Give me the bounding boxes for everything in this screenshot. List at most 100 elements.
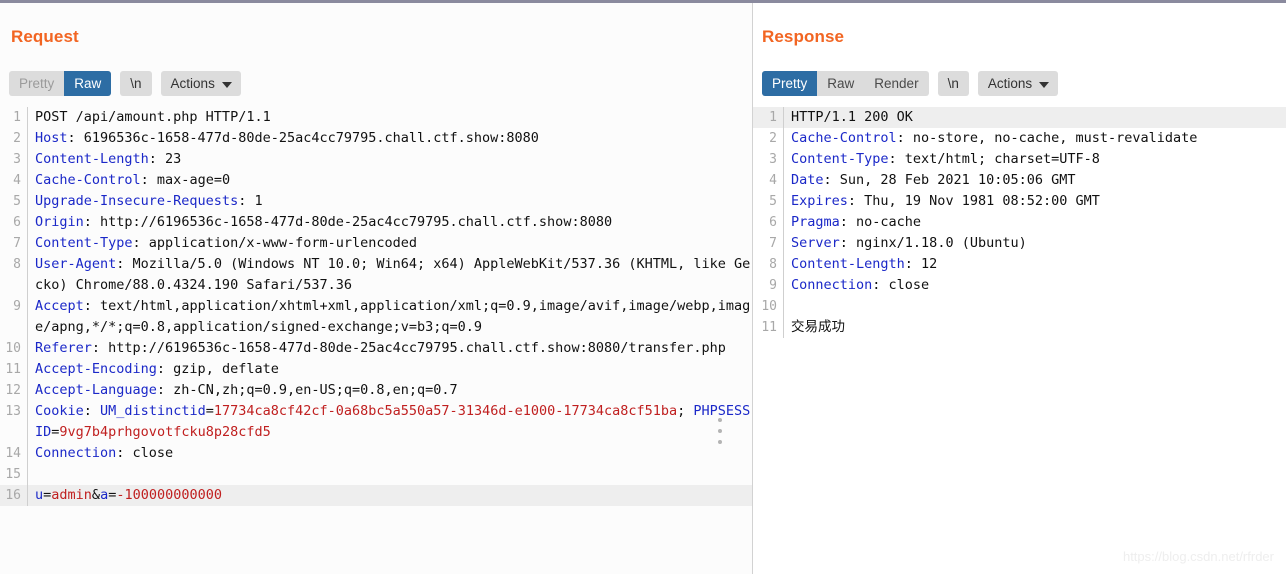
code-line: 1 HTTP/1.1 200 OK [753,107,1286,128]
code-line-text[interactable]: Connection: close [783,275,1286,296]
code-token: 17734ca8cf42cf-0a68bc5a550a57-31346d-e10… [213,403,678,419]
request-actions-button[interactable]: Actions [160,71,241,96]
code-line: 6 Origin: http://6196536c-1658-477d-80de-… [0,212,752,233]
line-number: 4 [769,173,777,188]
code-line: 16 u=admin&a=-100000000000 [0,485,752,506]
line-number: 7 [769,236,777,251]
code-line-text[interactable]: 交易成功 [783,317,1286,338]
code-line-text[interactable]: u=admin&a=-100000000000 [27,485,752,506]
code-line: 11 Accept-Encoding: gzip, deflate [0,359,752,380]
line-number: 1 [13,110,21,125]
code-token: Cache-Control [791,130,897,146]
code-line-text[interactable]: Content-Length: 12 [783,254,1286,275]
response-actions-label: Actions [987,76,1033,91]
response-toolbar: Pretty Raw Render \n Actions [762,71,1059,96]
line-number: 9 [13,299,21,314]
line-number: 16 [0,485,27,506]
code-token: 交易成功 [791,319,845,335]
code-token: Content-Type [35,235,133,251]
code-token: : [83,403,101,419]
code-line-text[interactable] [27,464,752,485]
code-token: Accept [35,298,84,314]
code-line-text[interactable]: Cookie: UM_distinctid=17734ca8cf42cf-0a6… [27,401,752,443]
code-line-text[interactable]: Content-Type: text/html; charset=UTF-8 [783,149,1286,170]
code-token: Pragma [791,214,840,230]
code-token: : Sun, 28 Feb 2021 10:05:06 GMT [823,172,1076,188]
code-line-text[interactable]: Content-Type: application/x-www-form-url… [27,233,752,254]
code-token: : Thu, 19 Nov 1981 08:52:00 GMT [847,193,1100,209]
code-line-text[interactable]: Connection: close [27,443,752,464]
response-view-mode-group: Pretty Raw Render [762,71,929,96]
response-newline-toggle[interactable]: \n [937,71,969,96]
line-number: 2 [13,131,21,146]
response-tab-pretty[interactable]: Pretty [762,71,818,96]
code-line: 8 Content-Length: 12 [753,254,1286,275]
code-token: : zh-CN,zh;q=0.9,en-US;q=0.8,en;q=0.7 [156,382,458,398]
code-line-text[interactable]: Host: 6196536c-1658-477d-80de-25ac4cc797… [27,128,752,149]
code-line-text[interactable]: POST /api/amount.php HTTP/1.1 [27,107,752,128]
code-line-text[interactable]: Pragma: no-cache [783,212,1286,233]
code-token: Date [791,172,824,188]
code-token: : 1 [238,193,263,209]
code-line-text[interactable]: Date: Sun, 28 Feb 2021 10:05:06 GMT [783,170,1286,191]
pane-resize-handle[interactable] [715,418,724,444]
code-line-text[interactable]: Cache-Control: no-store, no-cache, must-… [783,128,1286,149]
code-token: Upgrade-Insecure-Requests [35,193,239,209]
code-line-text[interactable]: Origin: http://6196536c-1658-477d-80de-2… [27,212,752,233]
request-tab-raw[interactable]: Raw [64,71,112,96]
request-editor[interactable]: 1 POST /api/amount.php HTTP/1.1 2 Host: 619… [0,107,752,574]
code-line-text[interactable]: Referer: http://6196536c-1658-477d-80de-… [27,338,752,359]
response-code-lines: 1 HTTP/1.1 200 OK 2 Cache-Control: no-store… [753,107,1286,338]
code-line: 10 Referer: http://6196536c-1658-477d-80d… [0,338,752,359]
code-line-text[interactable]: Accept-Encoding: gzip, deflate [27,359,752,380]
response-actions-button[interactable]: Actions [977,71,1059,96]
code-line: 5 Upgrade-Insecure-Requests: 1 [0,191,752,212]
request-panel-title: Request [11,27,79,46]
line-number: 6 [13,215,21,230]
line-number: 13 [5,404,21,419]
code-line-text[interactable]: Expires: Thu, 19 Nov 1981 08:52:00 GMT [783,191,1286,212]
code-line: 13 Cookie: UM_distinctid=17734ca8cf42cf-0… [0,401,752,443]
code-line: 6 Pragma: no-cache [753,212,1286,233]
chevron-down-icon [221,81,232,88]
code-line-text[interactable]: Content-Length: 23 [27,149,752,170]
handle-dot-icon [717,429,722,433]
code-line-text[interactable]: Accept: text/html,application/xhtml+xml,… [27,296,752,338]
code-token: POST /api/amount.php HTTP/1.1 [35,109,271,125]
code-token: Connection [35,445,117,461]
line-number: 5 [769,194,777,209]
code-line-text[interactable]: Server: nginx/1.18.0 (Ubuntu) [783,233,1286,254]
request-tab-pretty[interactable]: Pretty [9,71,64,96]
code-token: : gzip, deflate [156,361,279,377]
response-pane: Response Pretty Raw Render \n Actions 1H… [753,3,1286,574]
code-token: Accept-Language [35,382,157,398]
line-number: 4 [13,173,21,188]
code-token: Cookie [35,403,84,419]
code-line-text[interactable]: User-Agent: Mozilla/5.0 (Windows NT 10.0… [27,254,752,296]
response-tab-render[interactable]: Render [864,71,928,96]
code-line-text[interactable]: Accept-Language: zh-CN,zh;q=0.9,en-US;q=… [27,380,752,401]
line-number: 11 [761,320,777,335]
response-tab-raw[interactable]: Raw [817,71,864,96]
code-token: Connection [791,277,873,293]
code-token: HTTP/1.1 200 OK [791,109,913,125]
code-line-text[interactable]: Cache-Control: max-age=0 [27,170,752,191]
code-token: : no-store, no-cache, must-revalidate [896,130,1198,146]
code-line: 4 Cache-Control: max-age=0 [0,170,752,191]
request-toolbar: Pretty Raw \n Actions [9,71,241,96]
response-panel-title: Response [762,27,845,46]
handle-dot-icon [717,418,722,422]
code-token: : nginx/1.18.0 (Ubuntu) [839,235,1027,251]
response-editor[interactable]: 1 HTTP/1.1 200 OK 2 Cache-Control: no-store… [753,107,1286,574]
code-line-text[interactable] [783,296,1286,317]
line-number: 9 [769,278,777,293]
code-line: 15 [0,464,752,485]
code-line-text[interactable]: Upgrade-Insecure-Requests: 1 [27,191,752,212]
line-number: 12 [5,383,21,398]
line-number: 3 [13,152,21,167]
request-newline-toggle[interactable]: \n [120,71,152,96]
line-number: 6 [769,215,777,230]
code-line: 3 Content-Type: text/html; charset=UTF-8 [753,149,1286,170]
code-line-text[interactable]: HTTP/1.1 200 OK [783,107,1286,128]
request-code-lines: 1 POST /api/amount.php HTTP/1.1 2 Host: 619… [0,107,752,506]
